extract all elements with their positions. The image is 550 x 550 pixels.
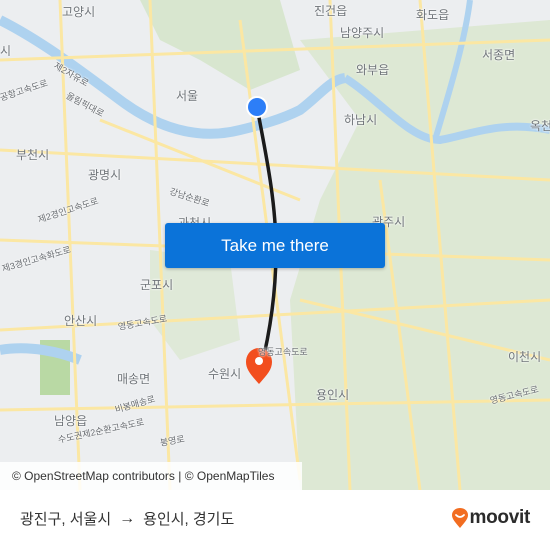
place-label: 하남시 (344, 113, 378, 127)
map-view[interactable]: 고양시진건읍화도읍남양주시서종면와부읍시서울하남시옥천부천시광명시광주시과천시군… (0, 0, 550, 490)
place-label: 안산시 (64, 314, 98, 328)
place-label: 와부읍 (356, 63, 390, 77)
place-label: 진건읍 (314, 4, 348, 18)
place-label: 서종면 (482, 48, 516, 62)
place-label: 남양읍 (54, 414, 88, 428)
place-label: 화도읍 (416, 8, 450, 22)
origin-marker[interactable] (248, 98, 266, 116)
route-summary: 광진구, 서울시 → 용인시, 경기도 (20, 508, 234, 529)
place-label: 용인시 (316, 388, 350, 402)
origin-label: 광진구, 서울시 (20, 511, 112, 528)
moovit-pin-icon (451, 508, 468, 528)
place-label: 군포시 (140, 278, 174, 292)
place-label: 광명시 (88, 168, 122, 182)
place-label: 이천시 (508, 350, 542, 364)
place-label: 부천시 (16, 148, 50, 162)
place-label: 매송면 (117, 372, 151, 386)
road-label: 영동고속도로 (258, 347, 308, 357)
green-area (140, 0, 300, 90)
destination-label: 용인시, 경기도 (143, 511, 235, 528)
place-label: 옥천 (530, 119, 550, 133)
moovit-logo[interactable]: moovit (451, 507, 531, 529)
place-label: 고양시 (62, 5, 96, 19)
arrow-right-icon: → (119, 509, 136, 527)
place-label: 수원시 (208, 367, 242, 381)
take-me-there-button[interactable]: Take me there (165, 223, 385, 268)
place-label: 시 (0, 44, 12, 58)
moovit-wordmark: moovit (469, 507, 531, 528)
map-attribution: © OpenStreetMap contributors | © OpenMap… (0, 462, 302, 490)
footer-bar: 광진구, 서울시 → 용인시, 경기도 moovit (0, 490, 550, 550)
place-label: 서울 (176, 89, 199, 103)
place-label: 남양주시 (340, 26, 385, 40)
